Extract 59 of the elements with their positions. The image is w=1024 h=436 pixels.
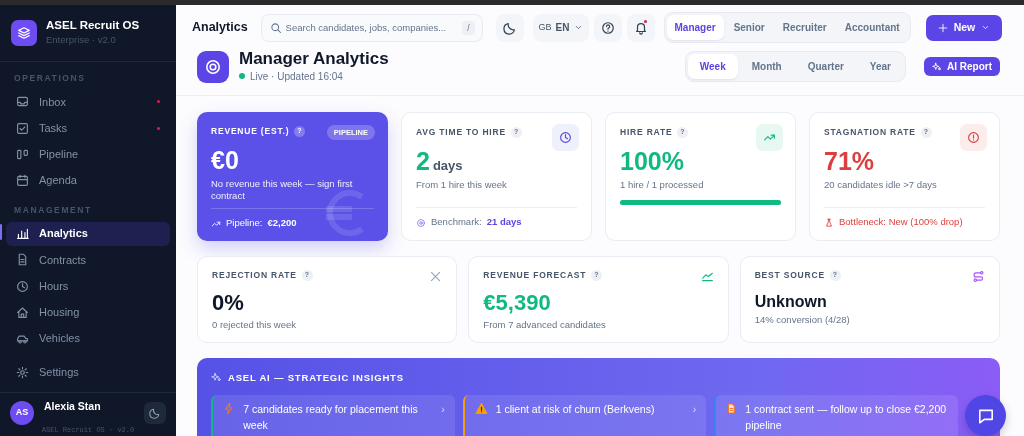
role-tab[interactable]: Accountant <box>836 15 908 40</box>
sidebar-item[interactable]: Housing <box>6 300 170 325</box>
kpi-title: REVENUE (EST.) <box>211 124 290 138</box>
metric-subtitle: From 7 advanced candidates <box>483 318 607 331</box>
period-tab[interactable]: Quarter <box>795 54 856 80</box>
metric-title: REVENUE FORECAST <box>483 268 587 282</box>
footer-text: Pipeline: <box>226 216 263 231</box>
ai-report-button[interactable]: AI Report <box>924 57 1000 77</box>
page-title: Manager Analytics <box>239 50 389 69</box>
period-tab[interactable]: Week <box>687 54 738 80</box>
metric-title: BEST SOURCE <box>754 268 825 282</box>
footer-value: 21 days <box>486 215 522 230</box>
kpi-subtitle: From 1 hire this week <box>416 178 508 192</box>
metric-value: 0% <box>212 291 245 316</box>
user-name: Alexia Stan <box>44 398 101 414</box>
section-heading: OPERATIONS <box>13 72 87 86</box>
kpi-title: AVG TIME TO HIRE <box>416 125 506 139</box>
kpi-value: 2 days <box>416 148 464 176</box>
kpi-value: €0 <box>211 147 240 175</box>
role-tab[interactable]: Recruiter <box>774 15 835 40</box>
insight-item[interactable]: 7 candidates ready for placement this week › <box>211 394 455 436</box>
metric-value: €5,390 <box>483 291 552 316</box>
page-heading: Analytics <box>192 19 248 37</box>
brand-name: ASEL Recruit OS <box>46 19 140 33</box>
kpi-subtitle: 20 candidates idle >7 days <box>824 178 938 192</box>
kpi-title: HIRE RATE <box>620 125 673 139</box>
footer-text: Bottleneck: New (100% drop) <box>839 215 963 230</box>
insight-item[interactable]: 1 client at risk of churn (Berkvens) › <box>462 394 707 436</box>
sidebar-item[interactable]: Hours <box>6 274 170 299</box>
footer-text: Benchmark: <box>431 215 482 230</box>
kpi-value: 71% <box>824 148 876 176</box>
sidebar-item[interactable]: Inbox <box>6 89 170 115</box>
metric-title: REJECTION RATE <box>212 268 297 282</box>
insight-item[interactable]: 1 contract sent — follow up to close €2,200 pipeline <box>714 394 958 436</box>
sidebar-item[interactable]: Vehicles <box>6 326 170 351</box>
metric-subtitle: 0 rejected this week <box>212 318 297 331</box>
period-tab[interactable]: Year <box>857 54 903 80</box>
user-avatar: AS <box>10 400 34 425</box>
role-tab[interactable]: Senior <box>725 15 773 40</box>
sidebar-item[interactable]: Tasks <box>6 116 170 141</box>
new-button[interactable]: New <box>925 14 1003 41</box>
language-selector[interactable]: GB EN <box>532 13 589 42</box>
sidebar-item[interactable]: Contracts <box>6 247 170 273</box>
sidebar-item[interactable]: Agenda <box>6 168 170 193</box>
kpi-subtitle: 1 hire / 1 processed <box>620 178 705 192</box>
insights-title: ASEL AI — STRATEGIC INSIGHTS <box>228 370 404 385</box>
section-heading: MANAGEMENT <box>13 203 93 217</box>
period-tab[interactable]: Month <box>739 54 794 80</box>
role-tab[interactable]: Manager <box>666 15 724 40</box>
kpi-title: STAGNATION RATE <box>824 125 916 139</box>
footer-value: €2,200 <box>267 216 297 231</box>
status-text: Live · Updated 16:04 <box>250 69 343 84</box>
metric-subtitle: 14% conversion (4/28) <box>754 314 851 327</box>
metric-value: Unknown <box>754 293 828 312</box>
kpi-value: 100% <box>620 148 685 176</box>
sidebar-item[interactable]: Pipeline <box>6 142 170 167</box>
brand-subtitle: Enterprise · v2.0 <box>46 32 117 47</box>
sidebar-item[interactable]: Settings <box>6 360 170 385</box>
kpi-subtitle: No revenue this week — sign first contract <box>211 177 354 203</box>
